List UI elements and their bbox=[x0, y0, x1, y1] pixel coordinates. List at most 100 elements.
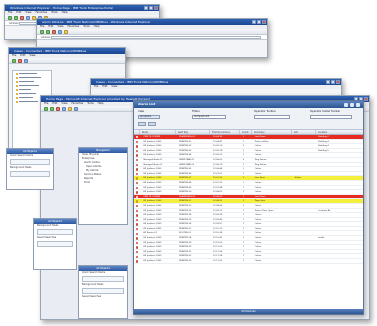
table-row[interactable]: HP Jetdirect 9305 PRINTER-23 12:11:52 1 Onli… bbox=[134, 259, 363, 264]
panel-row[interactable]: Quick Search Items bbox=[7, 154, 53, 158]
menu-edit[interactable]: Edit bbox=[102, 85, 107, 89]
back-icon[interactable] bbox=[44, 106, 48, 111]
window-title-bar[interactable]: Cases - Connected - IBM Tivoli Netcool/O… bbox=[91, 79, 341, 85]
cell-cnt: 1 bbox=[242, 218, 245, 221]
col-alert-key[interactable]: Alert Key bbox=[176, 130, 210, 134]
search-icon[interactable] bbox=[74, 106, 78, 111]
menu-file[interactable]: File bbox=[40, 25, 44, 29]
stop-icon[interactable] bbox=[18, 58, 22, 63]
panel-row[interactable]: Background Tasks bbox=[34, 224, 76, 228]
stop-icon[interactable] bbox=[56, 106, 60, 111]
menu-file[interactable]: File bbox=[94, 85, 98, 89]
cell-key: PRINTER-14 bbox=[179, 214, 192, 217]
address-input[interactable] bbox=[51, 36, 261, 39]
settings-icon[interactable] bbox=[350, 102, 354, 107]
cell-loc bbox=[316, 222, 363, 226]
detail-toolbar-select[interactable] bbox=[310, 115, 352, 119]
menu-edit[interactable]: Edit bbox=[16, 11, 21, 15]
stop-icon[interactable] bbox=[20, 15, 24, 20]
panel-row[interactable]: Background Tasks bbox=[7, 166, 53, 170]
menu-edit[interactable]: Edit bbox=[48, 25, 53, 29]
refresh-icon[interactable] bbox=[62, 106, 66, 111]
view-select[interactable]: All Alarms bbox=[138, 115, 160, 119]
help-icon[interactable] bbox=[344, 102, 348, 107]
refresh-button[interactable] bbox=[148, 122, 156, 126]
minimize-icon[interactable] bbox=[326, 80, 330, 84]
close-icon[interactable] bbox=[364, 97, 368, 101]
cell-ack bbox=[292, 259, 316, 263]
menu-favorites[interactable]: Favorites bbox=[68, 25, 80, 29]
cell-loc: Location B2 bbox=[318, 209, 331, 212]
maximize-icon[interactable] bbox=[257, 20, 261, 24]
cell-cnt: 1 bbox=[242, 136, 245, 138]
window-title-bar[interactable]: Windows Internet Explorer - Home Page - … bbox=[5, 5, 159, 11]
tree-item-tools[interactable]: Tools bbox=[79, 181, 127, 185]
panel-row[interactable]: Quick Search Items bbox=[79, 271, 127, 275]
forward-icon[interactable] bbox=[50, 106, 54, 111]
menu-view[interactable]: View bbox=[29, 54, 35, 58]
cell-ack bbox=[292, 172, 316, 176]
filter-select[interactable]: All Equipment bbox=[192, 115, 226, 119]
forward-icon[interactable] bbox=[46, 29, 50, 34]
col-first-occurrence[interactable]: First Occurrence bbox=[210, 130, 240, 134]
tree-item[interactable] bbox=[16, 72, 49, 75]
home-icon[interactable] bbox=[64, 29, 68, 34]
menu-file[interactable]: File bbox=[12, 54, 16, 58]
tree-item[interactable] bbox=[16, 76, 49, 79]
menu-view[interactable]: View bbox=[111, 85, 117, 89]
minimize-icon[interactable] bbox=[144, 6, 148, 10]
refresh-icon[interactable] bbox=[58, 29, 62, 34]
close-icon[interactable] bbox=[154, 6, 158, 10]
panel-row[interactable]: Saved Searches bbox=[79, 295, 127, 299]
col-count[interactable]: Count bbox=[240, 130, 252, 134]
menu-tools[interactable]: Tools bbox=[83, 25, 89, 29]
severity-icon bbox=[136, 260, 139, 263]
menu-tools[interactable]: Tools bbox=[87, 102, 93, 106]
back-icon[interactable] bbox=[12, 58, 16, 63]
back-icon[interactable] bbox=[8, 15, 12, 20]
close-icon[interactable] bbox=[262, 20, 266, 24]
menu-view[interactable]: View bbox=[57, 25, 63, 29]
menu-tools[interactable]: Tools bbox=[51, 11, 57, 15]
menu-file[interactable]: File bbox=[8, 11, 12, 15]
close-icon[interactable] bbox=[356, 102, 360, 107]
menu-edit[interactable]: Edit bbox=[20, 54, 25, 58]
maximize-icon[interactable] bbox=[149, 6, 153, 10]
window-title-bar[interactable]: Alarm Window - IBM Tivoli Netcool/OMNIbu… bbox=[37, 19, 267, 25]
refresh-icon[interactable] bbox=[24, 58, 28, 63]
cell-cnt: 1 bbox=[242, 227, 245, 230]
menu-view[interactable]: View bbox=[25, 11, 31, 15]
menu-help[interactable]: Help bbox=[98, 102, 104, 106]
filter-button[interactable] bbox=[138, 122, 146, 126]
maximize-icon[interactable] bbox=[331, 80, 335, 84]
forward-icon[interactable] bbox=[14, 15, 18, 20]
tree-item[interactable] bbox=[16, 80, 49, 83]
menu-edit[interactable]: Edit bbox=[52, 102, 57, 106]
back-icon[interactable] bbox=[40, 29, 44, 34]
home-icon[interactable] bbox=[68, 106, 72, 111]
col-location[interactable]: Location bbox=[316, 130, 363, 134]
cell-summary: Online bbox=[254, 227, 262, 230]
window-title-bar[interactable]: Cases - Connected - IBM Tivoli Netcool/O… bbox=[9, 48, 125, 54]
menu-favorites[interactable]: Favorites bbox=[72, 102, 84, 106]
cell-summary: Printer offline bbox=[254, 140, 269, 143]
operator-toolbar-select[interactable] bbox=[254, 115, 290, 119]
col-summary[interactable]: Summary bbox=[252, 130, 292, 134]
menu-help[interactable]: Help bbox=[62, 11, 68, 15]
stop-icon[interactable] bbox=[52, 29, 56, 34]
menu-file[interactable]: File bbox=[44, 102, 48, 106]
cell-ack bbox=[292, 195, 316, 199]
panel-row[interactable]: Background Tasks bbox=[79, 283, 127, 287]
menu-view[interactable]: View bbox=[61, 102, 67, 106]
col-ack[interactable]: Ack bbox=[292, 130, 316, 134]
close-icon[interactable] bbox=[336, 80, 340, 84]
menu-help[interactable]: Help bbox=[94, 25, 100, 29]
col-node[interactable]: Node bbox=[140, 130, 176, 134]
cell-time: 12:04:41 bbox=[212, 140, 223, 143]
refresh-icon[interactable] bbox=[26, 15, 30, 20]
tree-item[interactable] bbox=[16, 88, 49, 91]
tree-item[interactable] bbox=[16, 84, 49, 87]
minimize-icon[interactable] bbox=[252, 20, 256, 24]
menu-favorites[interactable]: Favorites bbox=[36, 11, 48, 15]
panel-row[interactable]: Saved Searches bbox=[34, 236, 76, 240]
